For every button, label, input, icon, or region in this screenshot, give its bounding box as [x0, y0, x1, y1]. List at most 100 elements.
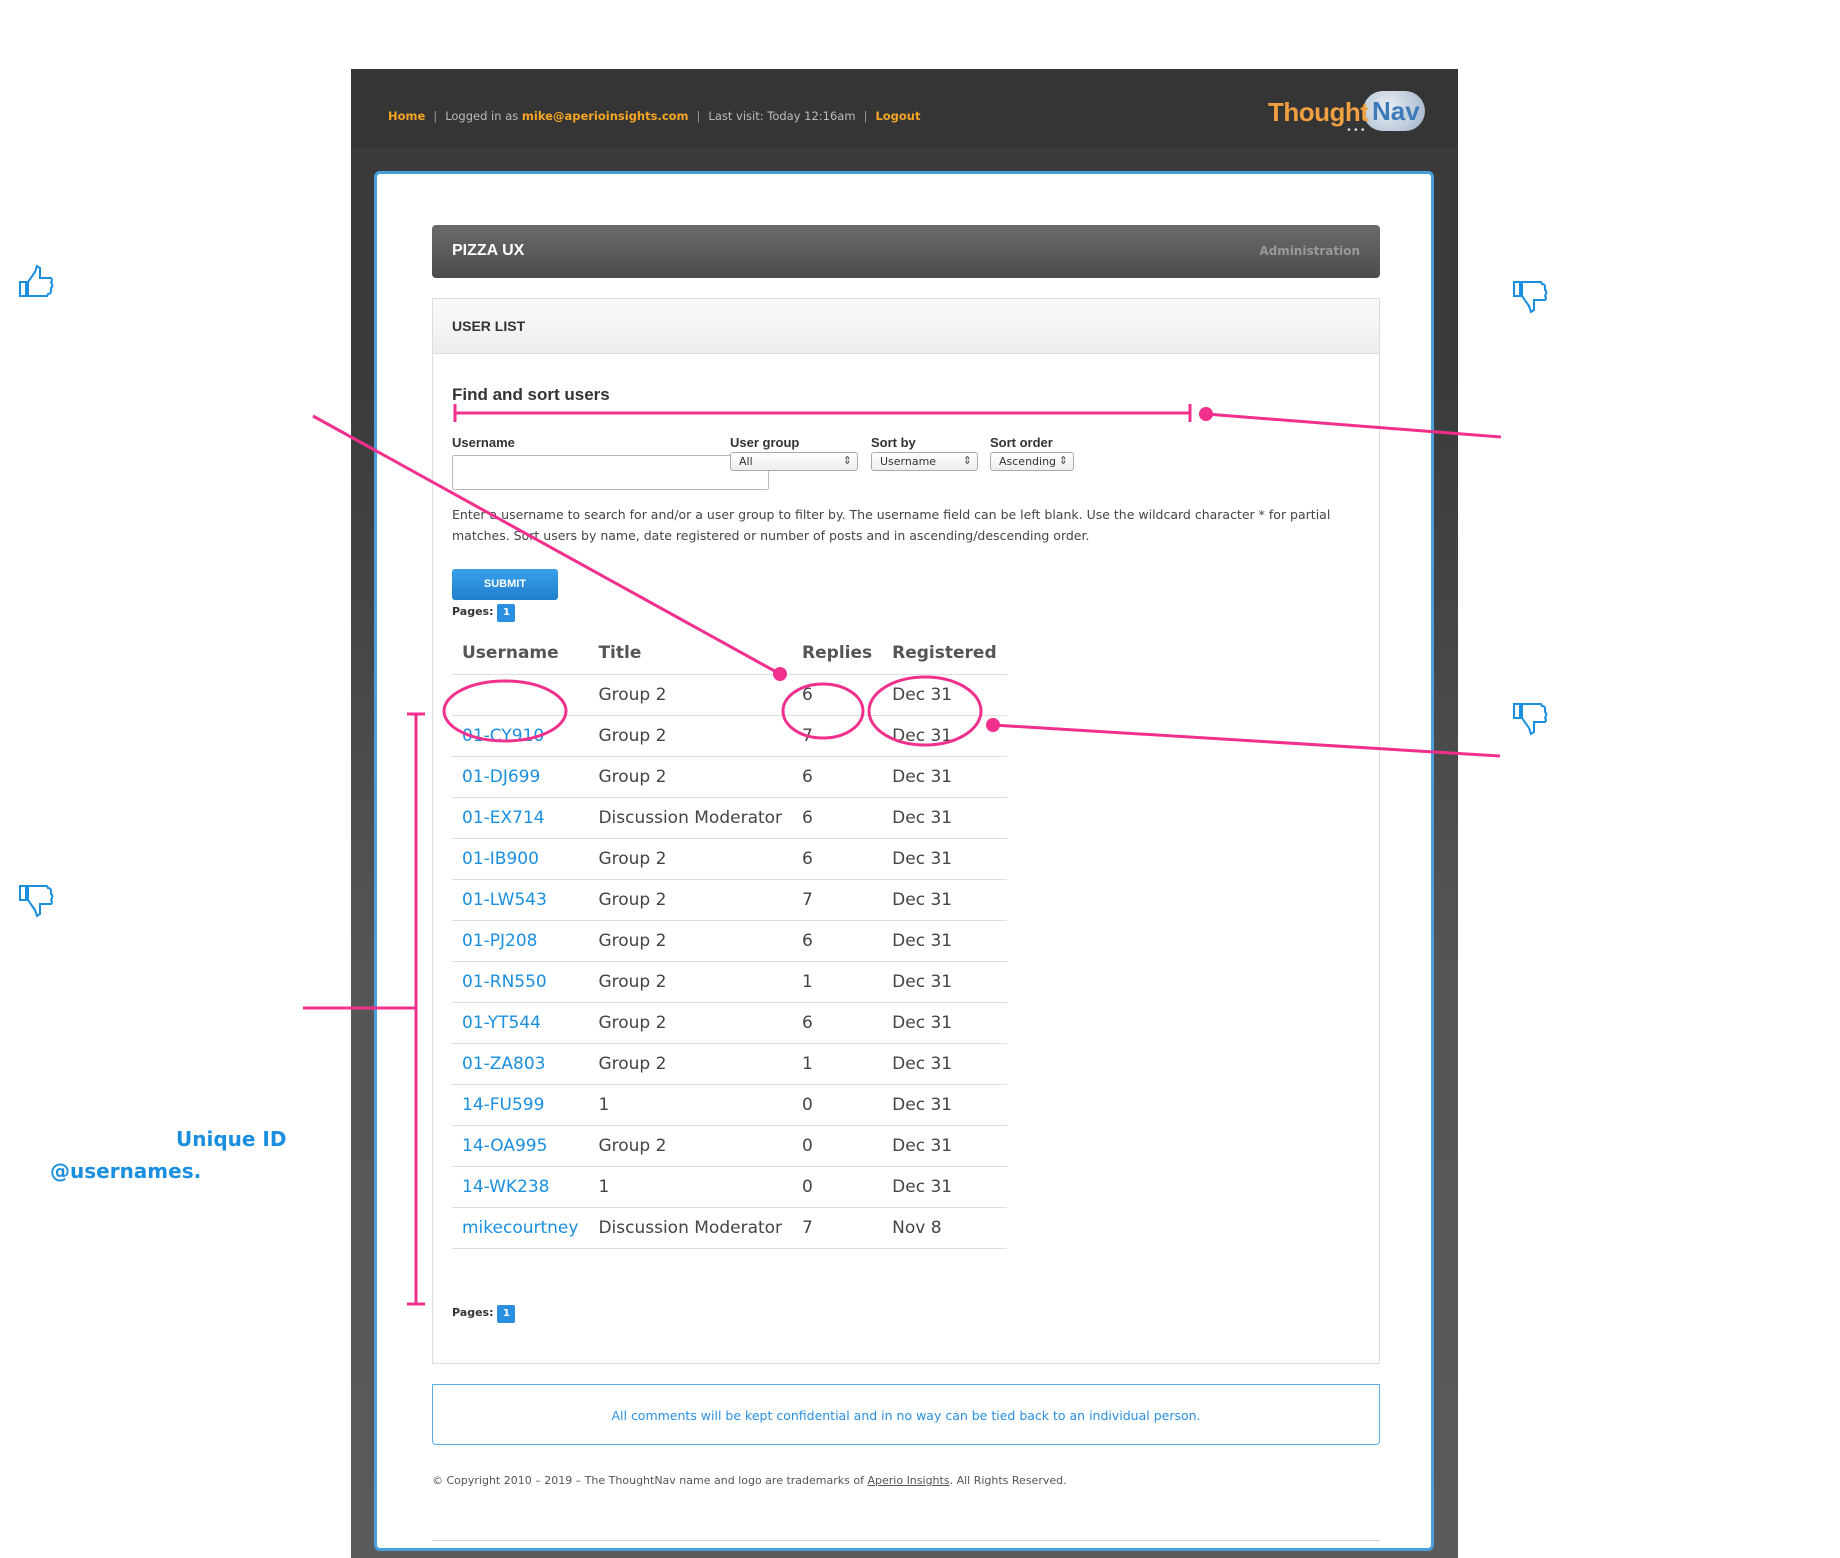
table-row: 01-RN550 Group 2 1 Dec 31 [452, 960, 1007, 1002]
copyright-text: © Copyright 2010 – 2019 – The ThoughtNav… [432, 1474, 864, 1487]
username-label: Username [452, 435, 515, 450]
table-row: 01-CY910 Group 2 7 Dec 31 [452, 714, 1007, 756]
logo-part-thought: Thought [1268, 97, 1369, 127]
select-arrows-icon: ⇕ [962, 454, 972, 467]
username-cell[interactable]: 14-WK238 [452, 1165, 589, 1207]
username-cell[interactable]: 14-OA995 [452, 1124, 589, 1166]
table-row: 01-PJ208 Group 2 6 Dec 31 [452, 919, 1007, 961]
sort-by-label: Sort by [871, 435, 916, 450]
page-1-button[interactable]: 1 [497, 1305, 516, 1323]
col-title[interactable]: Title [588, 632, 792, 674]
user-group-value: All [739, 455, 753, 468]
logout-link[interactable]: Logout [875, 109, 920, 123]
search-help-text: Enter a username to search for and/or a … [452, 507, 1331, 543]
pages-label: Pages: [452, 1306, 494, 1319]
table-row: Group 2 6 Dec 31 [452, 673, 1007, 715]
callout-line-1: Unique ID [176, 1127, 287, 1151]
username-cell[interactable]: 01-ZA803 [452, 1042, 589, 1084]
logged-in-prefix: Logged in as [445, 109, 519, 123]
username-cell[interactable]: 01-CY910 [452, 714, 589, 756]
username-cell[interactable]: 01-EX714 [452, 796, 589, 838]
username-cell[interactable]: 14-FU599 [452, 1083, 589, 1125]
last-visit-text: Last visit: Today 12:16am [708, 109, 856, 123]
replies-cell: 6 [792, 919, 883, 961]
administration-link[interactable]: Administration [1259, 244, 1360, 258]
pagination-bottom: Pages: 1 [452, 1305, 516, 1323]
replies-cell: 6 [792, 755, 883, 797]
replies-cell: 6 [792, 837, 883, 879]
username-input[interactable] [452, 455, 769, 490]
company-link[interactable]: Aperio Insights [867, 1474, 949, 1487]
registered-cell: Dec 31 [882, 755, 1007, 797]
users-table: Username Title Replies Registered Group … [452, 632, 1007, 1249]
user-email-link[interactable]: mike@aperioinsights.com [522, 109, 689, 123]
replies-cell: 7 [792, 878, 883, 920]
title-cell: Group 2 [588, 673, 793, 715]
title-cell: Group 2 [588, 1042, 793, 1084]
logo-dots: ••• [1346, 125, 1367, 136]
page-title: PIZZA UX [452, 242, 525, 259]
col-username[interactable]: Username [452, 632, 588, 674]
sort-by-select[interactable]: Username ⇕ [871, 452, 978, 471]
username-cell[interactable]: 01-IB900 [452, 837, 589, 879]
replies-cell: 7 [792, 714, 883, 756]
user-group-label: User group [730, 435, 800, 450]
username-cell[interactable]: 01-LW543 [452, 878, 589, 920]
title-cell: Group 2 [588, 878, 793, 920]
replies-cell: 1 [792, 1042, 883, 1084]
table-row: 01-DJ699 Group 2 6 Dec 31 [452, 755, 1007, 797]
replies-cell: 1 [792, 960, 883, 1002]
title-cell: Group 2 [588, 1124, 793, 1166]
registered-cell: Dec 31 [882, 1042, 1007, 1084]
sort-order-select[interactable]: Ascending ⇕ [990, 452, 1074, 471]
submit-button[interactable]: SUBMIT [452, 569, 558, 600]
page-1-button[interactable]: 1 [497, 604, 516, 622]
title-cell: Discussion Moderator [588, 1206, 793, 1249]
copyright-footer: © Copyright 2010 – 2019 – The ThoughtNav… [432, 1474, 1067, 1487]
panel-title: USER LIST [452, 318, 526, 334]
username-cell[interactable]: mikecourtney [452, 1206, 589, 1249]
replies-cell: 0 [792, 1165, 883, 1207]
username-cell[interactable]: 01-YT544 [452, 1001, 589, 1043]
replies-cell: 0 [792, 1124, 883, 1166]
registered-cell: Dec 31 [882, 837, 1007, 879]
sort-order-value: Ascending [999, 455, 1057, 468]
registered-cell: Dec 31 [882, 714, 1007, 756]
col-registered[interactable]: Registered [882, 632, 1006, 674]
replies-cell: 6 [792, 673, 883, 715]
user-group-select[interactable]: All ⇕ [730, 452, 858, 471]
annotation-callout: Unique ID @usernames. [50, 1123, 286, 1187]
registered-cell: Dec 31 [882, 1124, 1007, 1166]
page-header: PIZZA UX Administration [432, 225, 1380, 278]
username-cell[interactable]: 01-RN550 [452, 960, 589, 1002]
table-row: 01-LW543 Group 2 7 Dec 31 [452, 878, 1007, 920]
username-cell [452, 673, 589, 715]
registered-cell: Dec 31 [882, 796, 1007, 838]
col-replies[interactable]: Replies [792, 632, 882, 674]
table-row: 14-WK238 1 0 Dec 31 [452, 1165, 1007, 1207]
replies-cell: 6 [792, 796, 883, 838]
pages-label: Pages: [452, 605, 494, 618]
registered-cell: Dec 31 [882, 1001, 1007, 1043]
registered-cell: Dec 31 [882, 673, 1007, 715]
title-cell: Group 2 [588, 1001, 793, 1043]
registered-cell: Dec 31 [882, 1083, 1007, 1125]
registered-cell: Dec 31 [882, 1165, 1007, 1207]
title-cell: Group 2 [588, 714, 793, 756]
select-arrows-icon: ⇕ [1058, 454, 1068, 467]
table-row: 01-EX714 Discussion Moderator 6 Dec 31 [452, 796, 1007, 838]
table-header-row: Username Title Replies Registered [452, 632, 1007, 674]
username-cell[interactable]: 01-PJ208 [452, 919, 589, 961]
panel-header: USER LIST [433, 299, 1379, 354]
sort-order-label: Sort order [990, 435, 1053, 450]
title-cell: 1 [588, 1083, 793, 1125]
sort-by-value: Username [880, 455, 937, 468]
registered-cell: Dec 31 [882, 919, 1007, 961]
title-cell: 1 [588, 1165, 793, 1207]
home-link[interactable]: Home [388, 109, 425, 123]
thoughtnav-logo[interactable]: Thought Nav ••• [1268, 91, 1428, 136]
username-cell[interactable]: 01-DJ699 [452, 755, 589, 797]
top-nav: Home | Logged in as mike@aperioinsights.co… [388, 109, 921, 123]
title-cell: Group 2 [588, 919, 793, 961]
title-cell: Group 2 [588, 960, 793, 1002]
